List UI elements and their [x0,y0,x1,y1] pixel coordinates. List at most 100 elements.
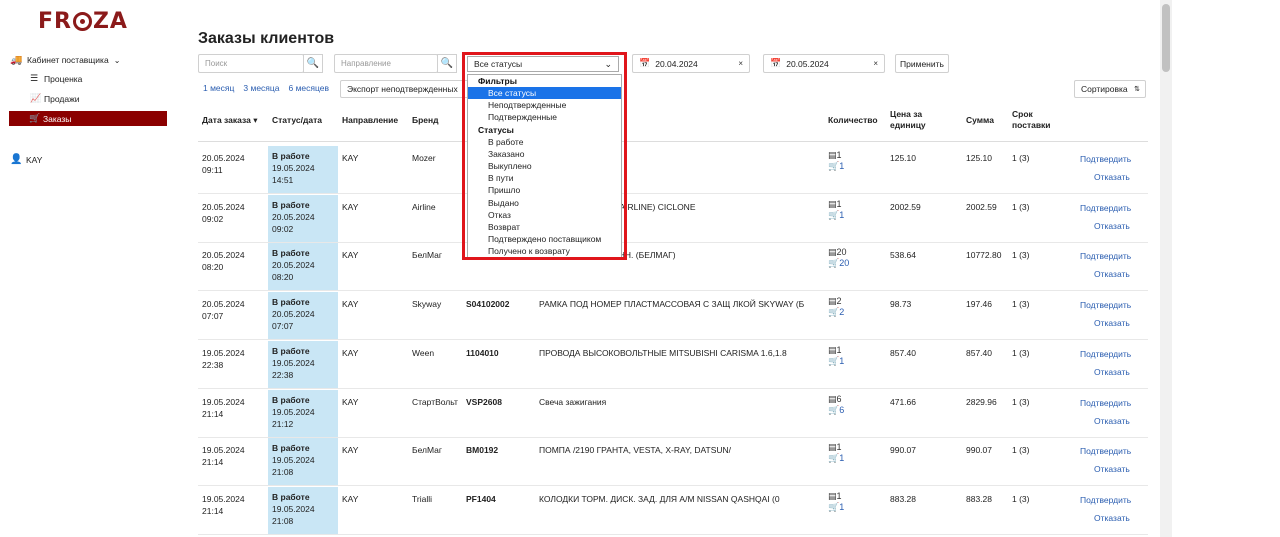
order-date: 20.05.2024 08:20 [202,250,245,273]
date-to-value: 20.05.2024 [786,58,829,69]
sidebar-item-label: Продажи [44,93,80,104]
article[interactable]: VSP2608 [466,396,502,408]
status-date: 19.05.2024 [272,163,315,173]
direction: KAY [342,445,359,456]
search-button[interactable]: 🔍 [303,54,323,73]
th-direction: Направление [342,115,399,125]
clear-date-to-icon[interactable]: × [873,59,878,68]
dropdown-option-in-transit[interactable]: В пути [468,172,621,184]
export-select[interactable]: Экспорт неподтвержденных [340,80,470,98]
confirm-link[interactable]: Подтвердить [1080,446,1131,456]
status-time: 21:12 [272,418,294,429]
dropdown-option-received-for-return[interactable]: Получено к возврату [468,245,621,257]
apply-button[interactable]: Применить [895,54,949,73]
status-cell: В работе 19.05.2024 14:51 [268,146,338,193]
period-3-months[interactable]: 3 месяца [243,83,279,93]
status-text: В работе [272,151,310,161]
direction: KAY [342,299,359,310]
dropdown-option-supplier-confirmed[interactable]: Подтверждено поставщиком [468,233,621,245]
status-select-value: Все статусы [474,59,523,69]
order-date: 19.05.2024 21:14 [202,493,245,516]
article[interactable]: PF1404 [466,493,496,505]
sum: 197.46 [966,299,992,310]
logo-text-left: FR [38,8,72,34]
sidebar-user[interactable]: 👤 KAY [10,154,42,165]
confirm-link[interactable]: Подтвердить [1080,349,1131,359]
dropdown-option-refusal[interactable]: Отказ [468,209,621,221]
direction-input[interactable] [341,59,437,68]
table-row: 19.05.2024 21:14 В работе 19.05.2024 21:08 KA… [198,486,1148,535]
sort-select-value: Сортировка [1081,84,1128,94]
reject-link[interactable]: Отказать [1094,367,1130,377]
brand: Trialli [412,493,432,504]
sidebar-item-sales[interactable]: 📈 Продажи [10,91,170,106]
direction: KAY [342,347,359,358]
th-delivery-term: Срок поставки [1012,109,1051,130]
order-date: 20.05.2024 07:07 [202,299,245,322]
reject-link[interactable]: Отказать [1094,464,1130,474]
scrollbar-thumb[interactable] [1162,4,1170,72]
dropdown-option-return[interactable]: Возврат [468,221,621,233]
table-row: 20.05.2024 08:20 В работе 20.05.2024 08:20 KA… [198,243,1148,292]
status-select[interactable]: Все статусы ⌄ [467,56,619,72]
confirm-link[interactable]: Подтвердить [1080,300,1131,310]
article[interactable]: S04102002 [466,298,510,310]
scrollbar[interactable] [1160,0,1172,537]
chevron-down-icon: ⌄ [113,55,121,65]
dropdown-option-redeemed[interactable]: Выкуплено [468,160,621,172]
sort-select[interactable]: Сортировка ⇅ [1074,80,1146,98]
dropdown-option-in-work[interactable]: В работе [468,136,621,148]
sidebar-item-label: Проценка [44,73,83,84]
stock-icon: ▤ [828,344,837,355]
sidebar-item-orders[interactable]: 🛒 Заказы [9,111,167,126]
brand: БелМаг [412,445,442,456]
dropdown-option-all[interactable]: Все статусы [468,87,621,100]
dropdown-option-ordered[interactable]: Заказано [468,148,621,160]
confirm-link[interactable]: Подтвердить [1080,495,1131,505]
confirm-link[interactable]: Подтвердить [1080,398,1131,408]
status-text: В работе [272,297,310,308]
date-to-field[interactable]: 📅 20.05.2024 × [763,54,885,73]
search-input[interactable] [205,59,303,68]
delivery-term: 1 (3) [1012,250,1030,261]
period-1-month[interactable]: 1 месяц [203,83,234,93]
order-date: 19.05.2024 21:14 [202,396,245,419]
reject-link[interactable]: Отказать [1094,172,1130,182]
dropdown-option-issued[interactable]: Выдано [468,197,621,209]
th-order-date[interactable]: Дата заказа ▾ [202,115,257,126]
brand: Mozer [412,153,436,163]
confirm-link[interactable]: Подтвердить [1080,154,1131,164]
quantity: ▤2 🛒2 [828,296,845,318]
dropdown-option-arrived[interactable]: Пришло [468,184,621,196]
date-from-field[interactable]: 📅 20.04.2024 × [632,54,750,73]
direction-search-button[interactable]: 🔍 [437,54,457,73]
brand: Ween [412,347,435,358]
table-row: 20.05.2024 07:07 В работе 20.05.2024 07:07 KA… [198,292,1148,341]
reject-link[interactable]: Отказать [1094,416,1130,426]
confirm-link[interactable]: Подтвердить [1080,251,1131,261]
reject-link[interactable]: Отказать [1094,318,1130,328]
confirm-link[interactable]: Подтвердить [1080,203,1131,213]
delivery-term: 1 (3) [1012,299,1030,310]
dropdown-option-unconfirmed[interactable]: Неподтвержденные [468,99,621,111]
clear-date-from-icon[interactable]: × [738,59,743,68]
stock-icon: ▤ [828,247,837,258]
direction-field[interactable] [334,54,438,73]
supplier-cabinet-toggle[interactable]: 🚚 Кабинет поставщика ⌄ [10,54,170,66]
reject-link[interactable]: Отказать [1094,221,1130,231]
stock-icon: ▤ [828,198,837,209]
reject-link[interactable]: Отказать [1094,513,1130,523]
article[interactable]: BM0192 [466,444,498,456]
th-brand: Бренд [412,115,439,125]
period-6-months[interactable]: 6 месяцев [289,83,330,93]
sidebar-item-pricing[interactable]: ☰ Проценка [10,71,170,86]
dropdown-option-confirmed[interactable]: Подтвержденные [468,111,621,123]
search-field[interactable] [198,54,304,73]
brand: Airline [412,201,436,212]
reject-link[interactable]: Отказать [1094,269,1130,279]
table-row: 20.05.2024 09:11 В работе 19.05.2024 14:51 KA… [198,146,1148,194]
brand: СтартВольт [412,396,458,407]
table-header: Дата заказа ▾ Статус/дата Направление Бр… [198,104,1148,142]
article[interactable]: 1104010 [466,347,499,359]
froza-logo[interactable]: FR ZA [38,8,128,34]
